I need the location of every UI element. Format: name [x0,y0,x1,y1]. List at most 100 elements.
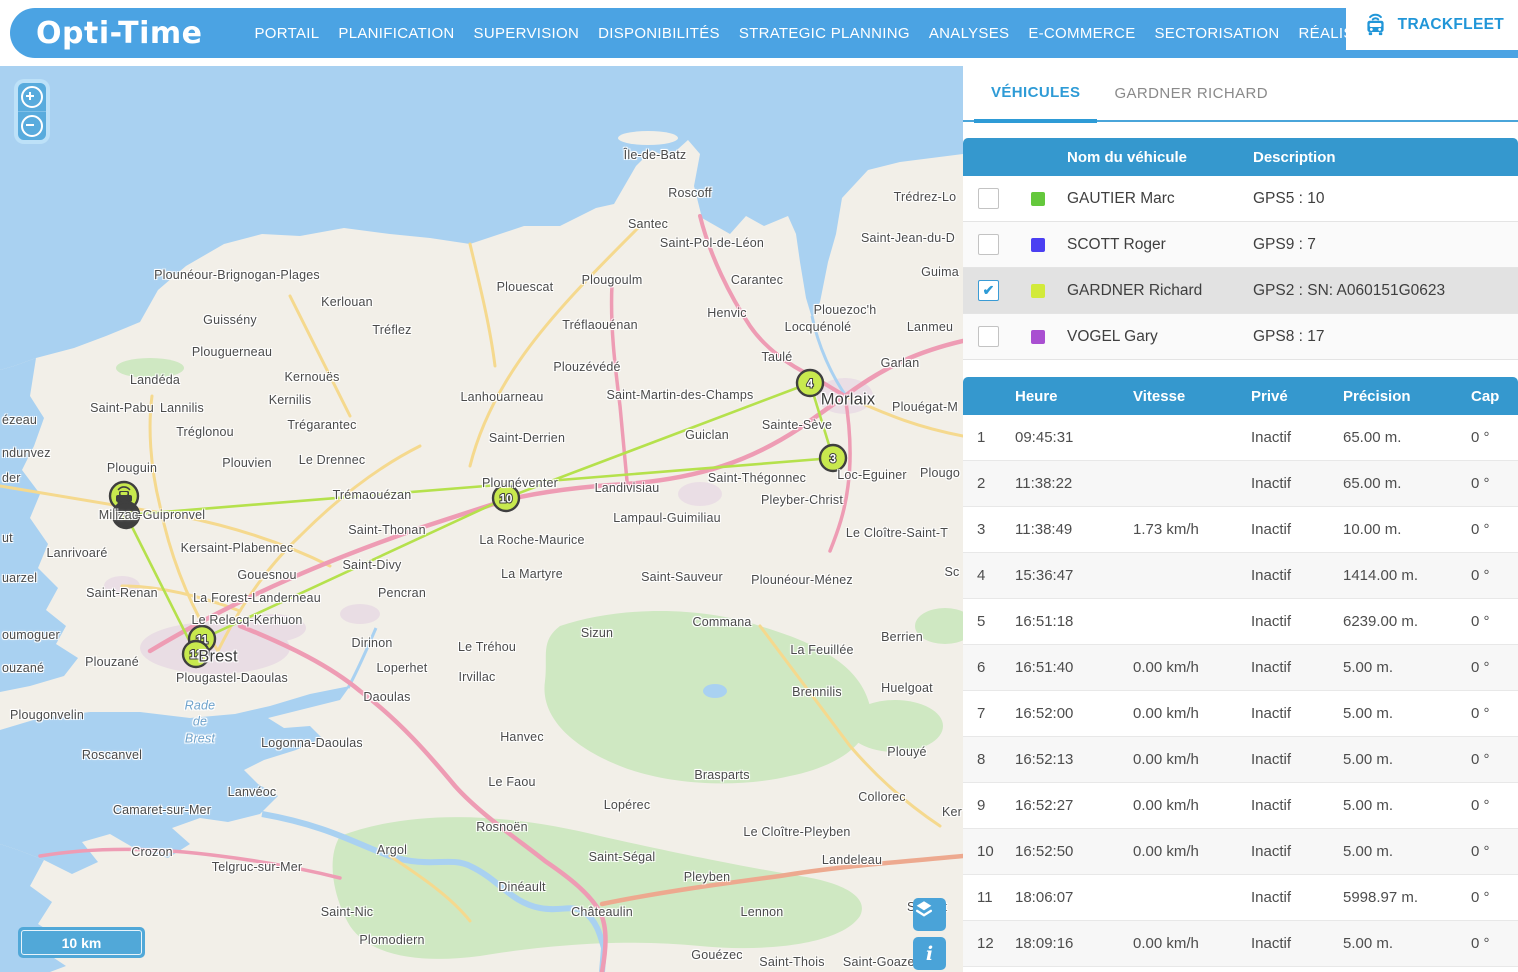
vehicle-row-gardner-richard[interactable]: GARDNER RichardGPS2 : SN: A060151G0623 [963,268,1518,314]
map-label: Huelgoat [881,681,933,695]
map-label: Île-de-Batz [624,148,687,162]
vehicle-checkbox[interactable] [978,188,999,209]
vehicle-row-vogel-gary[interactable]: VOGEL GaryGPS8 : 17 [963,314,1518,360]
track-row-11[interactable]: 1118:06:07Inactif5998.97 m.0 ° [963,875,1518,921]
nav-item-e-commerce[interactable]: E-COMMERCE [1028,25,1135,42]
map-label: Saint-Pabu [90,401,154,415]
map-label: Brest [198,648,238,667]
track-row-3[interactable]: 311:38:491.73 km/hInactif10.00 m.0 ° [963,507,1518,553]
map-label: ouzané [2,661,44,675]
map-label: Tréflez [372,323,411,337]
track-row-9[interactable]: 916:52:270.00 km/hInactif5.00 m.0 ° [963,783,1518,829]
nav-item-trackfleet[interactable]: TRACKFLEET [1346,0,1518,50]
track-cell-idx: 7 [963,705,1005,722]
map-label: La Forest-Landerneau [193,591,321,605]
track-cell-vitesse: 0.00 km/h [1123,843,1241,860]
map-label: Berrien [881,630,923,644]
map-label: Plomodiern [359,933,424,947]
map-label: Plougo [920,466,960,480]
nav-item-disponibilit-s[interactable]: DISPONIBILITÉS [598,25,720,42]
map-label: Le Cloître-Pleyben [743,825,850,839]
nav-item-planification[interactable]: PLANIFICATION [338,25,454,42]
track-row-2[interactable]: 211:38:22Inactif65.00 m.0 ° [963,461,1518,507]
map-label: uarzel [2,571,37,585]
track-row-12[interactable]: 1218:09:160.00 km/hInactif5.00 m.0 ° [963,921,1518,967]
vehicles-col-description: Description [1253,149,1518,166]
track-cell-cap: 0 ° [1461,521,1518,538]
track-cell-prive: Inactif [1241,751,1333,768]
track-row-4[interactable]: 415:36:47Inactif1414.00 m.0 ° [963,553,1518,599]
tab-vehicules[interactable]: VÉHICULES [974,67,1097,123]
map-label: Camaret-sur-Mer [113,803,211,817]
map-label: Ker [942,805,962,819]
map-label: Gouézec [691,948,742,962]
track-cell-heure: 18:06:07 [1005,889,1123,906]
zoom-in-button[interactable] [18,83,46,111]
track-cell-cap: 0 ° [1461,475,1518,492]
track-cell-prive: Inactif [1241,475,1333,492]
vehicle-row-scott-roger[interactable]: SCOTT RogerGPS9 : 7 [963,222,1518,268]
nav-item-strategic-planning[interactable]: STRATEGIC PLANNING [739,25,910,42]
layers-button[interactable] [913,898,946,931]
map-label: Lanrivoaré [46,546,107,560]
track-row-6[interactable]: 616:51:400.00 km/hInactif5.00 m.0 ° [963,645,1518,691]
map-label: Saint-Sauveur [641,570,723,584]
map-label: Guiclan [685,428,729,442]
track-cell-precision: 5.00 m. [1333,935,1461,952]
track-cell-precision: 10.00 m. [1333,521,1461,538]
track-cell-idx: 1 [963,429,1005,446]
track-cell-precision: 5998.97 m. [1333,889,1461,906]
track-cell-heure: 16:51:18 [1005,613,1123,630]
track-row-10[interactable]: 1016:52:500.00 km/hInactif5.00 m.0 ° [963,829,1518,875]
track-cell-cap: 0 ° [1461,889,1518,906]
map-label: Brasparts [694,768,749,782]
tab-gardner-richard[interactable]: GARDNER RICHARD [1097,67,1285,119]
map-marker-4[interactable]: 4 [797,370,823,396]
track-row-8[interactable]: 816:52:130.00 km/hInactif5.00 m.0 ° [963,737,1518,783]
track-cell-cap: 0 ° [1461,797,1518,814]
nav-item-analyses[interactable]: ANALYSES [929,25,1010,42]
map-label: Plouégat-M [892,400,958,414]
map-label: Lannilis [160,401,204,415]
map-label: Lanmeu [907,320,953,334]
zoom-out-button[interactable] [18,111,46,140]
map-label: Saint-Nic [321,905,374,919]
map-label: Dinéault [498,880,545,894]
vehicle-description: GPS8 : 17 [1253,328,1518,346]
track-row-1[interactable]: 109:45:31Inactif65.00 m.0 ° [963,415,1518,461]
nav-item-sectorisation[interactable]: SECTORISATION [1155,25,1280,42]
map-label: oumoguer [2,628,60,642]
nav-item-portail[interactable]: PORTAIL [255,25,320,42]
map-canvas[interactable]: 4310111215 Île-de-BatzRoscoffSantecSaint… [0,66,963,972]
vehicle-description: GPS5 : 10 [1253,190,1518,208]
map-label: Saint-Martin-des-Champs [606,388,753,402]
map-label: Tréflaouénan [562,318,638,332]
info-button[interactable]: i [913,937,946,970]
map-label: Roscanvel [82,748,142,762]
track-row-13[interactable]: 1321:28:140.00 km/hInactif5.00 m.0 ° [963,967,1518,972]
map-label: Plounéour-Ménez [751,573,853,587]
track-cell-vitesse: 1.73 km/h [1123,521,1241,538]
map-label: Plougoulm [582,273,643,287]
map-label: Saint-Divy [343,558,402,572]
track-row-7[interactable]: 716:52:000.00 km/hInactif5.00 m.0 ° [963,691,1518,737]
track-cell-precision: 6239.00 m. [1333,613,1461,630]
map-label: Locquénolé [785,320,852,334]
track-cell-precision: 5.00 m. [1333,751,1461,768]
track-cell-prive: Inactif [1241,521,1333,538]
nav-item-supervision[interactable]: SUPERVISION [474,25,580,42]
map-label: Daoulas [363,690,410,704]
map-label: Guima [921,265,959,279]
map-label: Garlan [881,356,920,370]
map-label: Loperhet [377,661,428,675]
vehicle-description: GPS2 : SN: A060151G0623 [1253,282,1518,300]
map-label: Saint-Goazec [843,955,921,969]
track-row-5[interactable]: 516:51:18Inactif6239.00 m.0 ° [963,599,1518,645]
map-label: Saint-Derrien [489,431,565,445]
vehicle-checkbox[interactable] [978,234,999,255]
map-label: Plouezoc'h [814,303,877,317]
vehicle-color-swatch [1031,238,1045,252]
vehicle-checkbox[interactable] [978,326,999,347]
vehicle-row-gautier-marc[interactable]: GAUTIER MarcGPS5 : 10 [963,176,1518,222]
vehicle-checkbox[interactable] [978,280,999,301]
